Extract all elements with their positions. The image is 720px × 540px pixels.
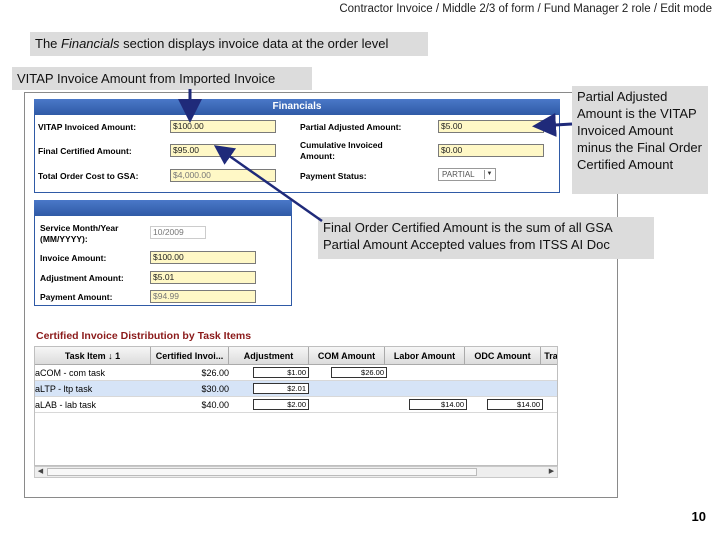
partial-adjusted-arrow [532,112,573,137]
page-number: 10 [691,509,706,524]
annotation-arrows [178,89,573,223]
final-certified-arrow [213,145,323,223]
